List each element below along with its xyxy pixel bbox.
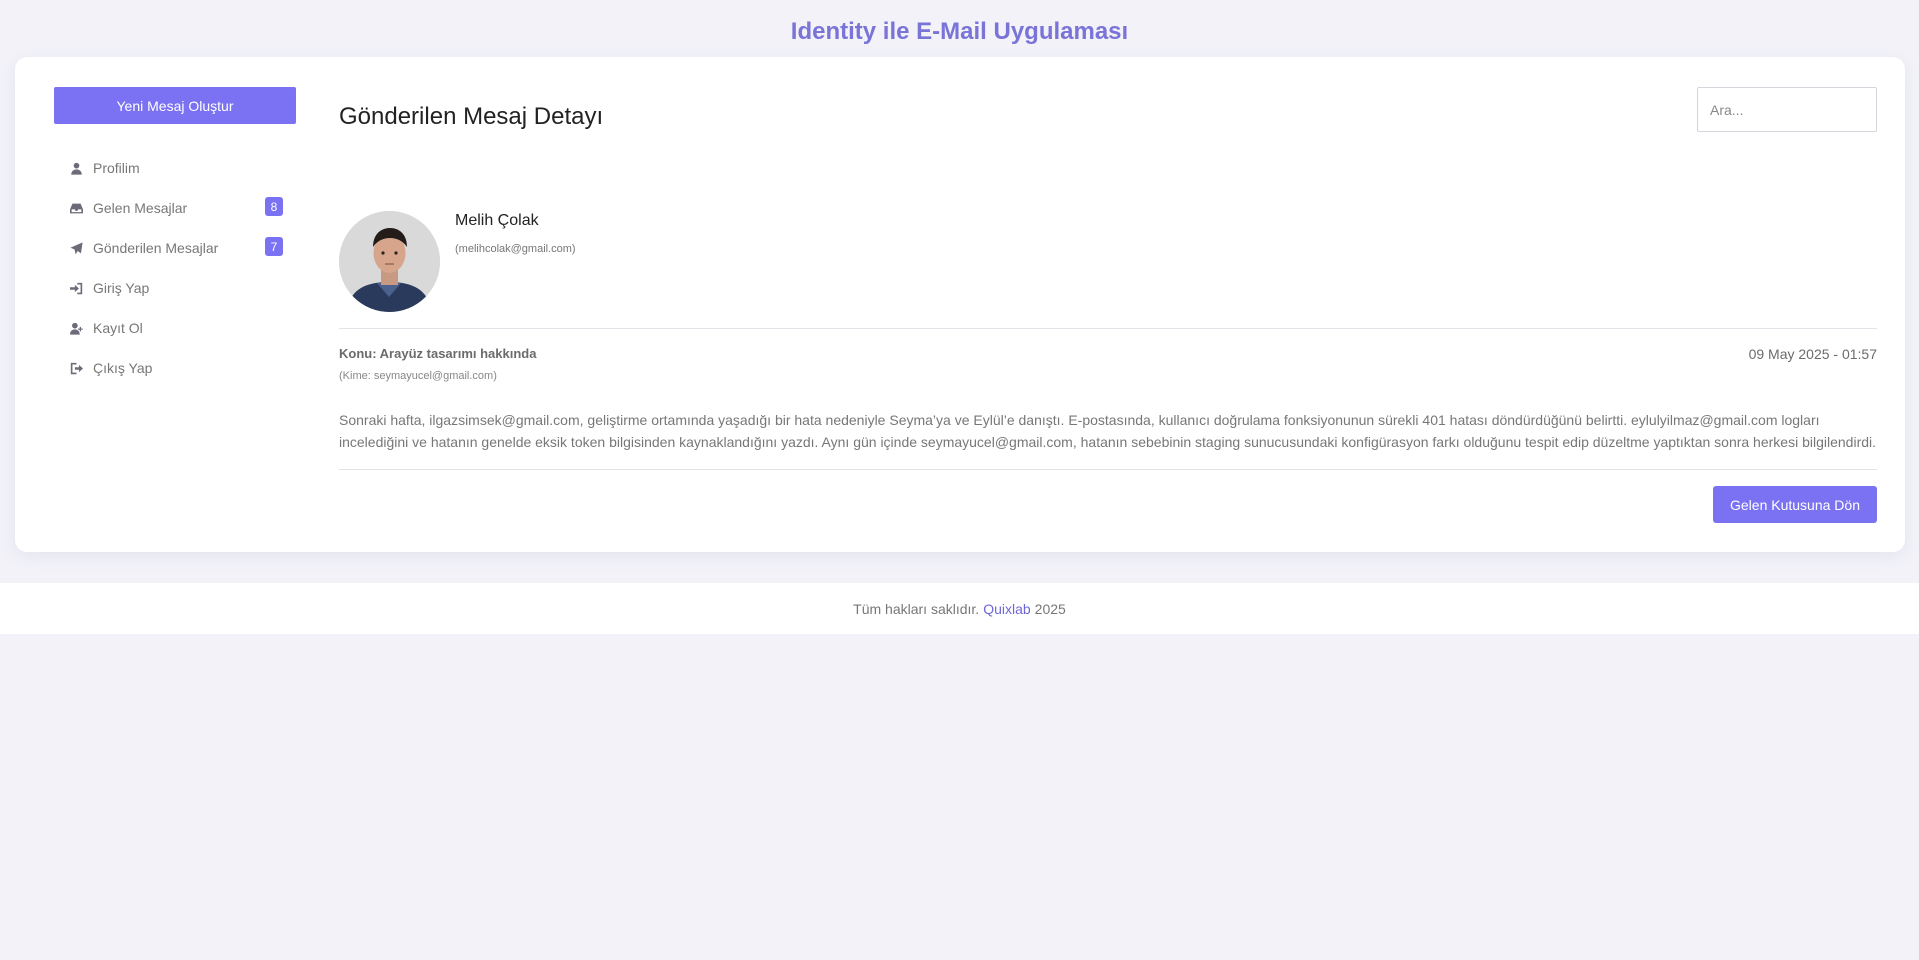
footer-text: Tüm hakları saklıdır. <box>853 600 980 617</box>
sidebar-item-label: Çıkış Yap <box>93 360 153 376</box>
sidebar-item-register[interactable]: Kayıt Ol <box>68 316 283 340</box>
divider <box>339 469 1877 470</box>
page-title: Gönderilen Mesaj Detayı <box>339 103 604 130</box>
message-recipient: (Kime: seymayucel@gmail.com) <box>339 370 497 382</box>
sign-in-icon <box>68 280 84 296</box>
footer-year: 2025 <box>1034 600 1066 617</box>
sidebar-item-profile[interactable]: Profilim <box>68 156 283 180</box>
sidebar-item-sent[interactable]: Gönderilen Mesajlar 7 <box>68 236 283 260</box>
sender-name: Melih Çolak <box>455 212 539 229</box>
footer-brand-link[interactable]: Quixlab <box>983 601 1030 617</box>
inbox-icon <box>68 200 84 216</box>
sidebar-item-label: Kayıt Ol <box>93 320 143 336</box>
app-title: Identity ile E-Mail Uygulaması <box>790 18 1129 45</box>
sidebar-item-login[interactable]: Giriş Yap <box>68 276 283 300</box>
message-subject: Konu: Arayüz tasarımı hakkında <box>339 346 537 361</box>
search-input[interactable] <box>1697 87 1877 132</box>
sidebar-item-label: Gelen Mesajlar <box>93 200 188 216</box>
unread-count-badge: 8 <box>265 197 283 216</box>
back-to-inbox-button[interactable]: Gelen Kutusuna Dön <box>1713 486 1877 523</box>
footer: Tüm hakları saklıdır. Quixlab 2025 <box>0 583 1919 634</box>
sidebar-item-label: Giriş Yap <box>93 280 150 296</box>
sidebar-item-inbox[interactable]: Gelen Mesajlar 8 <box>68 196 283 220</box>
sign-out-icon <box>68 360 84 376</box>
sidebar-item-label: Gönderilen Mesajlar <box>93 240 219 256</box>
compose-button[interactable]: Yeni Mesaj Oluştur <box>54 87 296 124</box>
main-card <box>15 57 1905 552</box>
user-icon <box>68 160 84 176</box>
sent-count-badge: 7 <box>265 237 283 256</box>
message-date: 09 May 2025 - 01:57 <box>1748 346 1877 362</box>
paper-plane-icon <box>68 240 84 256</box>
sidebar-item-logout[interactable]: Çıkış Yap <box>68 356 283 380</box>
message-body: Sonraki hafta, ilgazsimsek@gmail.com, ge… <box>339 412 1877 450</box>
sidebar-item-label: Profilim <box>93 160 140 176</box>
avatar <box>339 211 440 312</box>
divider <box>339 328 1877 329</box>
user-plus-icon <box>68 320 84 336</box>
sender-email: (melihcolak@gmail.com) <box>455 243 576 255</box>
